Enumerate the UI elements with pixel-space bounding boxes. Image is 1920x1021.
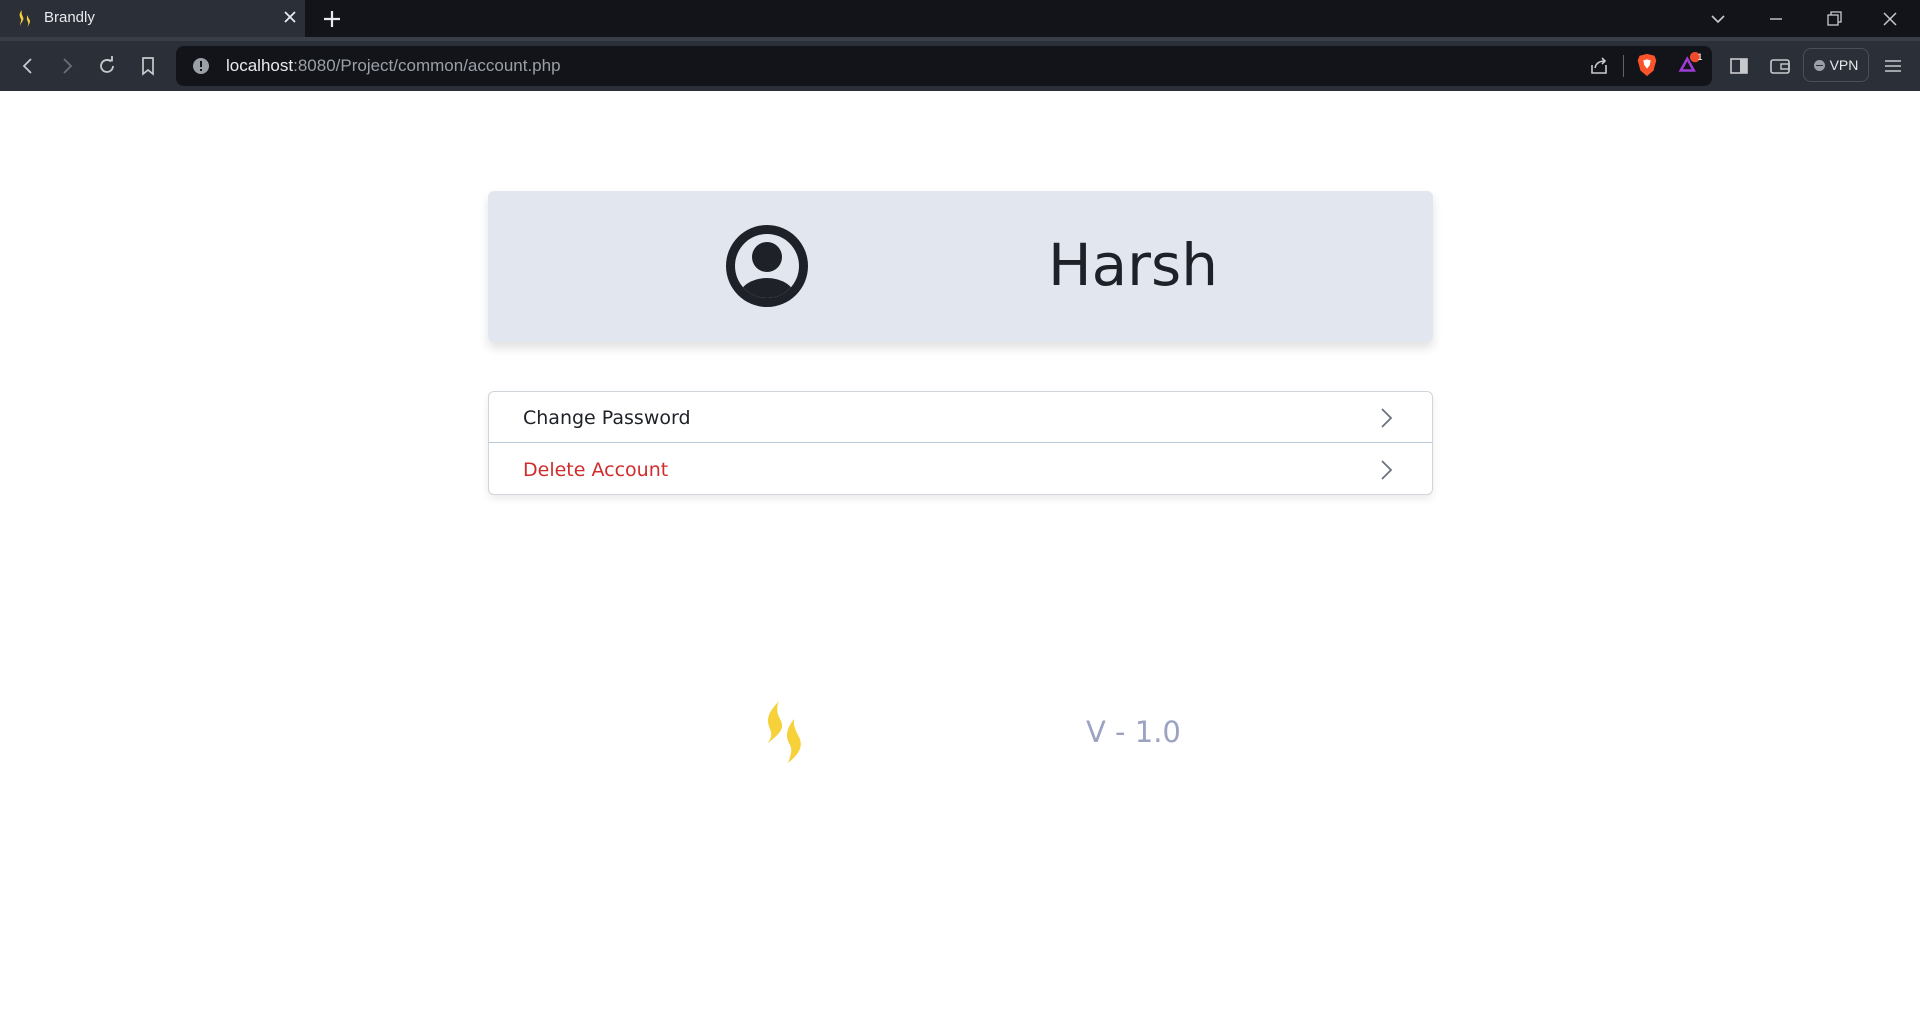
chevron-right-icon <box>1381 408 1393 428</box>
flame-logo-icon <box>768 701 801 763</box>
profile-card: Harsh <box>488 191 1433 342</box>
url-path: :8080/Project/common/account.php <box>293 56 561 75</box>
browser-toolbar: localhost:8080/Project/common/account.ph… <box>0 37 1920 91</box>
forward-icon[interactable] <box>54 53 80 79</box>
tab-search-chevron-icon[interactable] <box>1704 6 1732 32</box>
brave-shields-icon[interactable] <box>1634 52 1660 78</box>
back-icon[interactable] <box>15 53 41 79</box>
url-host: localhost <box>226 56 294 75</box>
close-tab-icon[interactable] <box>280 7 300 27</box>
app-version: V - 1.0 <box>1086 715 1181 749</box>
delete-account-label: Delete Account <box>523 459 669 481</box>
vpn-label: VPN <box>1829 57 1859 73</box>
wallet-icon[interactable] <box>1767 53 1793 79</box>
bookmark-icon[interactable] <box>135 53 161 79</box>
reload-icon[interactable] <box>94 53 120 79</box>
account-page: Harsh Change Password Delete Account V -… <box>0 91 1920 1021</box>
profile-name: Harsh <box>1048 231 1218 299</box>
close-window-icon[interactable] <box>1876 6 1904 32</box>
account-options-list: Change Password Delete Account <box>488 391 1433 495</box>
restore-icon[interactable] <box>1820 6 1848 32</box>
hamburger-menu-icon[interactable] <box>1880 53 1906 79</box>
rewards-badge: 1 <box>1697 52 1703 62</box>
change-password-item[interactable]: Change Password <box>489 392 1432 443</box>
tab-title: Brandly <box>44 9 95 26</box>
new-tab-icon[interactable] <box>320 7 344 31</box>
browser-tab[interactable]: Brandly <box>0 0 305 37</box>
site-info-icon[interactable] <box>192 57 210 75</box>
user-circle-icon <box>726 225 808 307</box>
minimize-icon[interactable] <box>1762 6 1790 32</box>
flame-logo-icon <box>19 10 30 28</box>
browser-tab-strip: Brandly <box>0 0 1920 37</box>
vpn-status-icon <box>1813 59 1825 71</box>
chevron-right-icon <box>1381 460 1393 480</box>
address-bar[interactable]: localhost:8080/Project/common/account.ph… <box>176 46 1712 86</box>
change-password-label: Change Password <box>523 407 691 429</box>
vpn-button[interactable]: VPN <box>1803 48 1869 82</box>
url-text: localhost:8080/Project/common/account.ph… <box>226 56 561 76</box>
delete-account-item[interactable]: Delete Account <box>489 444 1432 495</box>
sidebar-toggle-icon[interactable] <box>1726 53 1752 79</box>
address-bar-divider <box>1623 55 1624 77</box>
share-icon[interactable] <box>1586 53 1612 79</box>
